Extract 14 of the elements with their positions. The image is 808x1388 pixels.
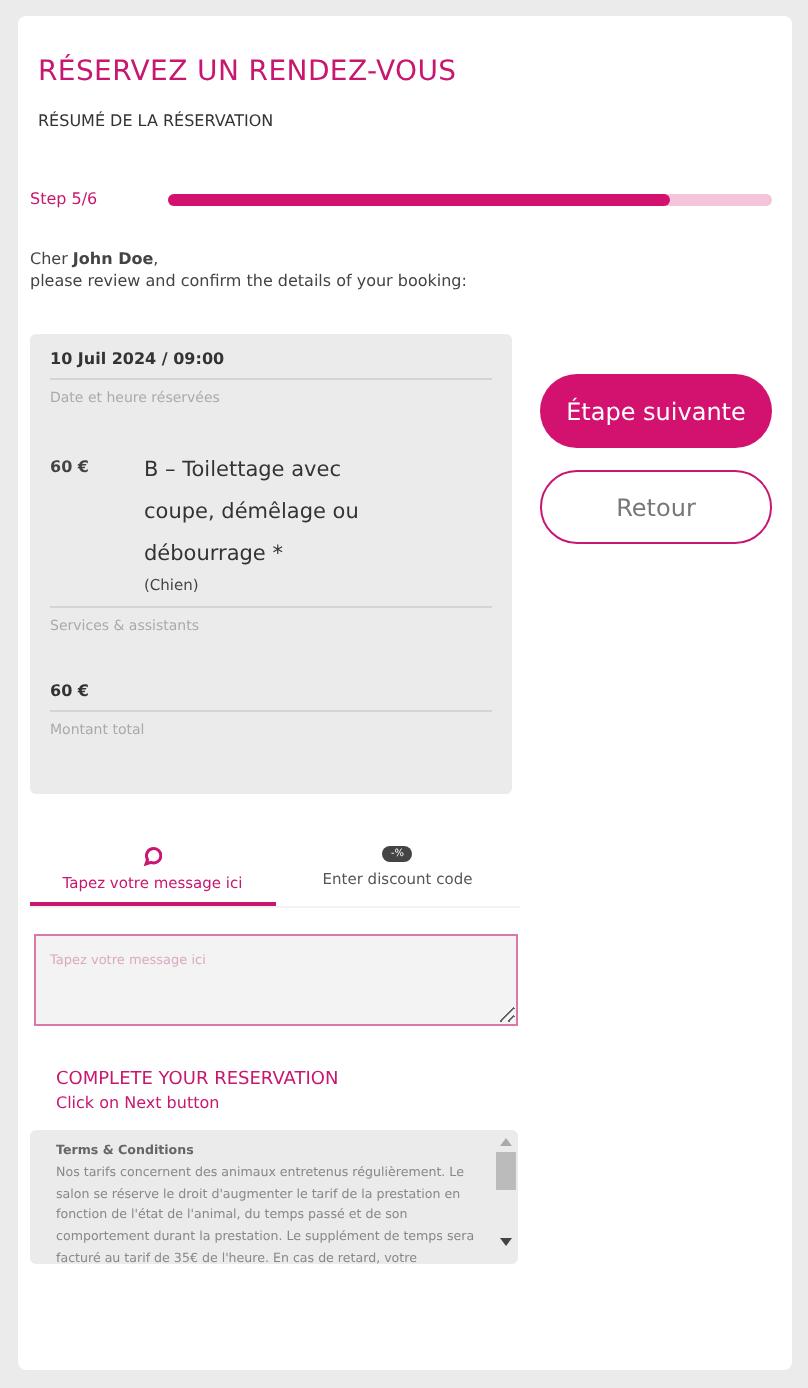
greeting-text: Cher John Doe, — [30, 250, 161, 268]
complete-hint: Click on Next button — [56, 1094, 222, 1112]
service-price: 60 € — [50, 456, 91, 480]
section-subtitle: RÉSUMÉ DE LA RÉSERVATION — [38, 112, 276, 130]
back-button[interactable]: Retour — [540, 470, 772, 544]
intro-text: please review and confirm the details of your booking: — [30, 272, 469, 290]
step-label: Step 5/6 — [30, 190, 100, 208]
page-title: RÉSERVEZ UN RENDEZ-VOUS — [38, 56, 459, 88]
chat-bubble-icon — [142, 846, 163, 866]
service-name: B – Toilettage avec coupe, démêlage ou débourrage * — [144, 456, 361, 570]
total-amount: 60 € — [50, 682, 492, 712]
complete-heading: COMPLETE YOUR RESERVATION — [56, 1070, 341, 1090]
booking-datetime: 10 Juil 2024 / 09:00 — [50, 350, 492, 380]
next-button[interactable]: Étape suivante — [540, 374, 772, 448]
